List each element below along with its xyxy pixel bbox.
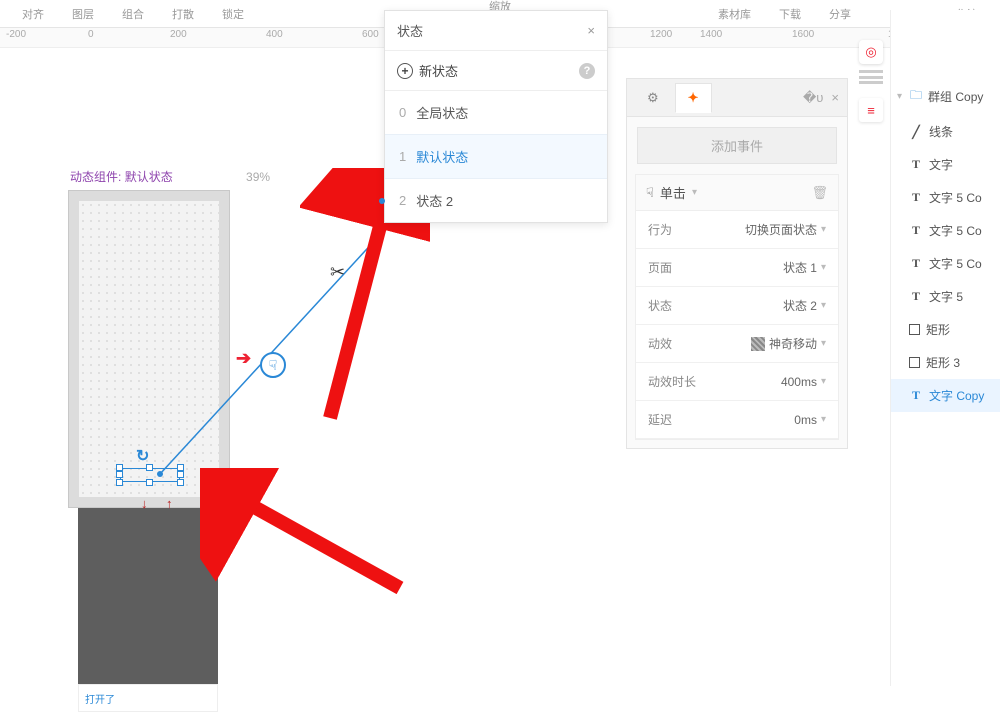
layer-line[interactable]: ╱ 线条 (891, 115, 1000, 148)
tool-align[interactable]: 对齐 (22, 0, 44, 22)
states-title: 状态 (397, 21, 423, 40)
state-row-global[interactable]: 0 全局状态 (385, 91, 607, 134)
prop-page[interactable]: 页面 状态 1▾ (636, 249, 838, 287)
prop-animation[interactable]: 动效 神奇移动▾ (636, 325, 838, 363)
anim-thumb-icon (751, 337, 765, 351)
touch-badge-icon[interactable]: ☟ (260, 352, 286, 378)
anchor-icon[interactable]: �υ (803, 90, 823, 106)
layer-text-5a[interactable]: T 文字 5 Co (891, 181, 1000, 214)
plus-circle-icon[interactable]: + (397, 63, 413, 79)
target-icon[interactable]: ◎ (859, 40, 883, 64)
layers-panel: ◎ ≡ ▾ 🗀 群组 Copy ╱ 线条 T 文字 T 文字 5 Co T 文字… (890, 10, 1000, 686)
tap-icon: ☟ (646, 185, 654, 201)
layer-text-copy[interactable]: T 文字 Copy (891, 379, 1000, 412)
scissors-icon[interactable]: ✂ (330, 262, 345, 283)
text-icon: T (909, 388, 923, 403)
states-close-icon[interactable]: × (587, 23, 595, 38)
tool-download[interactable]: 下载 (779, 0, 801, 22)
text-icon: T (909, 289, 923, 304)
event-block: ☟ 单击 ▾ 🗑 行为 切换页面状态▾ 页面 状态 1▾ 状态 状态 2▾ 动效… (635, 174, 839, 440)
layer-text-5c[interactable]: T 文字 5 Co (891, 247, 1000, 280)
tool-layers[interactable]: 图层 (72, 0, 94, 22)
layer-rect[interactable]: 矩形 (891, 313, 1000, 346)
new-state-label[interactable]: 新状态 (419, 61, 458, 80)
folder-icon: 🗀 (910, 86, 922, 107)
rect-icon (909, 357, 920, 368)
drag-handle-icon[interactable] (859, 70, 883, 84)
chevron-down-icon[interactable]: ▾ (897, 91, 902, 102)
add-event-button[interactable]: 添加事件 (637, 127, 837, 164)
layer-group[interactable]: ▾ 🗀 群组 Copy (891, 78, 1000, 115)
states-panel: 状态 × + 新状态 ? 0 全局状态 1 默认状态 2 状态 2 (384, 10, 608, 223)
prop-delay[interactable]: 延迟 0ms▾ (636, 401, 838, 439)
tab-interactions[interactable]: ✦ (675, 83, 712, 113)
sliders-icon[interactable]: ≡ (859, 98, 883, 122)
layer-text[interactable]: T 文字 (891, 148, 1000, 181)
text-icon: T (909, 157, 923, 172)
rect-icon (909, 324, 920, 335)
link-dot-icon (379, 198, 385, 204)
state-row-default[interactable]: 1 默认状态 (385, 134, 607, 179)
layer-text-5b[interactable]: T 文字 5 Co (891, 214, 1000, 247)
tool-share[interactable]: 分享 (829, 0, 851, 22)
line-icon: ╱ (909, 125, 923, 139)
prop-state[interactable]: 状态 状态 2▾ (636, 287, 838, 325)
state-row-2[interactable]: 2 状态 2 (385, 179, 607, 222)
layer-rect-3[interactable]: 矩形 3 (891, 346, 1000, 379)
interaction-panel: ⚙ ✦ �υ × 添加事件 ☟ 单击 ▾ 🗑 行为 切换页面状态▾ 页面 状态 … (626, 78, 848, 449)
help-icon[interactable]: ? (579, 63, 595, 79)
chevron-down-icon[interactable]: ▾ (692, 187, 697, 198)
red-arrow-icon: ➔ (236, 348, 251, 369)
prop-behavior[interactable]: 行为 切换页面状态▾ (636, 211, 838, 249)
tool-lock[interactable]: 锁定 (222, 0, 244, 22)
interaction-connector (0, 48, 400, 548)
text-icon: T (909, 256, 923, 271)
prop-duration[interactable]: 动效时长 400ms▾ (636, 363, 838, 401)
tool-group[interactable]: 组合 (122, 0, 144, 22)
tab-settings-gear[interactable]: ⚙ (635, 84, 671, 112)
layer-text-5[interactable]: T 文字 5 (891, 280, 1000, 313)
trash-icon[interactable]: 🗑 (811, 185, 828, 201)
trigger-label[interactable]: 单击 (660, 183, 686, 202)
text-icon: T (909, 223, 923, 238)
resize-up-icon: ↑ (166, 496, 173, 511)
tool-scatter[interactable]: 打散 (172, 0, 194, 22)
resize-down-icon: ↓ (141, 496, 148, 511)
tool-assets[interactable]: 素材库 (718, 0, 751, 22)
text-icon: T (909, 190, 923, 205)
component-footer[interactable]: 打开了 (78, 684, 218, 712)
panel-close-icon[interactable]: × (831, 90, 839, 106)
